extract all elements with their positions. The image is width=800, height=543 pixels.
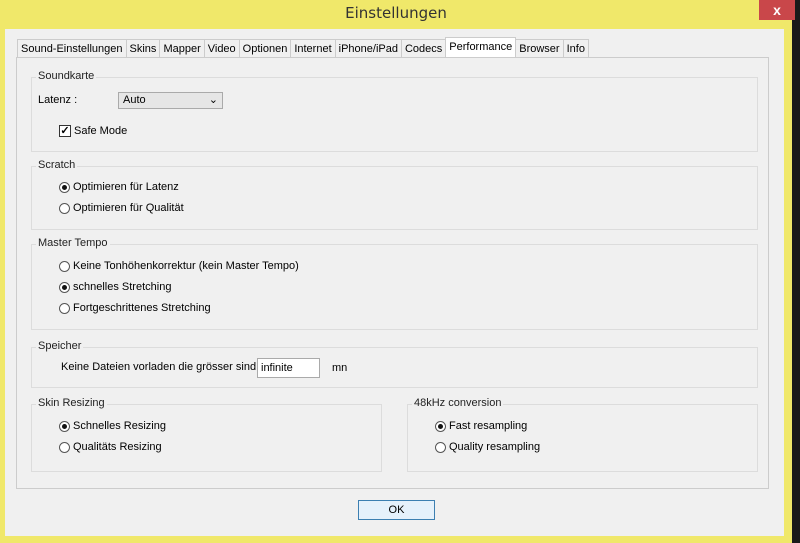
- radio-label: Fortgeschrittenes Stretching: [73, 302, 211, 314]
- tab-codecs[interactable]: Codecs: [400, 39, 447, 58]
- radio-label: Keine Tonhöhenkorrektur (kein Master Tem…: [73, 260, 299, 272]
- tab-internet[interactable]: Internet: [290, 39, 336, 58]
- tab-mapper[interactable]: Mapper: [159, 39, 205, 58]
- radio-label: Quality resampling: [449, 441, 541, 453]
- latenz-value: Auto: [123, 94, 146, 106]
- radio-schnelles-stretching[interactable]: schnelles Stretching: [59, 281, 171, 293]
- radio-fast-resampling[interactable]: Fast resampling: [435, 420, 527, 432]
- radio-icon: [59, 260, 70, 272]
- tab-performance[interactable]: Performance: [445, 37, 517, 59]
- radio-icon: [59, 202, 70, 214]
- radio-quality-resampling[interactable]: Quality resampling: [435, 441, 540, 453]
- group-label: Master Tempo: [36, 237, 110, 249]
- tab-optionen[interactable]: Optionen: [238, 39, 292, 58]
- speicher-text: Keine Dateien vorladen die grösser sind: [61, 361, 257, 373]
- latenz-select[interactable]: Auto ⌄: [118, 92, 223, 109]
- unit-label: mn: [332, 362, 348, 374]
- tab-bar: Sound-Einstellungen Skins Mapper Video O…: [17, 37, 589, 59]
- group-48khz-conversion: 48kHz conversion: [407, 397, 758, 472]
- safe-mode-label: Safe Mode: [74, 125, 128, 137]
- radio-icon: [435, 420, 446, 432]
- group-label: Scratch: [36, 159, 78, 171]
- group-skin-resizing: Skin Resizing: [31, 397, 382, 472]
- close-button[interactable]: x: [759, 0, 795, 20]
- group-scratch: Scratch: [31, 159, 758, 230]
- radio-label: Optimieren für Qualität: [73, 202, 184, 214]
- radio-qualitaet[interactable]: Optimieren für Qualität: [59, 202, 184, 214]
- chevron-down-icon: ⌄: [208, 94, 218, 106]
- radio-icon: [59, 441, 70, 453]
- radio-label: Fast resampling: [449, 420, 528, 432]
- group-label: Skin Resizing: [36, 397, 107, 409]
- group-label: Soundkarte: [36, 70, 97, 82]
- group-label: Speicher: [36, 340, 84, 352]
- radio-icon: [59, 281, 70, 293]
- tab-browser[interactable]: Browser: [515, 39, 564, 58]
- latenz-label: Latenz :: [38, 94, 78, 106]
- checkbox-icon: ✓: [59, 125, 71, 137]
- ok-button[interactable]: OK: [358, 500, 435, 520]
- group-label: 48kHz conversion: [412, 397, 504, 409]
- radio-icon: [59, 420, 70, 432]
- radio-latenz[interactable]: Optimieren für Latenz: [59, 181, 179, 193]
- radio-label: Schnelles Resizing: [73, 420, 166, 432]
- radio-qualitaets-resizing[interactable]: Qualitäts Resizing: [59, 441, 162, 453]
- tab-skins[interactable]: Skins: [125, 39, 161, 58]
- radio-label: schnelles Stretching: [73, 281, 172, 293]
- radio-keine-korrektur[interactable]: Keine Tonhöhenkorrektur (kein Master Tem…: [59, 260, 299, 272]
- radio-icon: [435, 441, 446, 453]
- radio-fortgeschrittenes-stretching[interactable]: Fortgeschrittenes Stretching: [59, 302, 211, 314]
- tab-video[interactable]: Video: [203, 39, 240, 58]
- tab-sound-einstellungen[interactable]: Sound-Einstellungen: [17, 39, 127, 58]
- radio-schnelles-resizing[interactable]: Schnelles Resizing: [59, 420, 166, 432]
- radio-icon: [59, 302, 70, 314]
- dialog-window: Einstellungen x Sound-Einstellungen Skin…: [0, 0, 795, 543]
- radio-label: Qualitäts Resizing: [73, 441, 162, 453]
- radio-label: Optimieren für Latenz: [73, 181, 179, 193]
- safe-mode-checkbox[interactable]: ✓ Safe Mode: [59, 125, 127, 137]
- tab-iphone-ipad[interactable]: iPhone/iPad: [334, 39, 402, 58]
- preload-size-input[interactable]: infinite: [257, 358, 320, 378]
- group-soundkarte: Soundkarte: [31, 70, 758, 152]
- window-title: Einstellungen: [345, 4, 447, 22]
- radio-icon: [59, 181, 70, 193]
- tab-info[interactable]: Info: [562, 39, 589, 58]
